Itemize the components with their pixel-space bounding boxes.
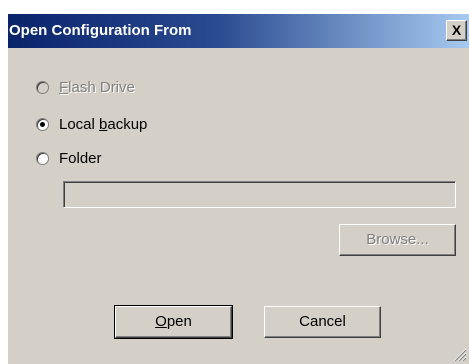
radio-selected-dot — [40, 121, 45, 127]
folder-label[interactable]: Folder — [59, 150, 102, 167]
close-icon: X — [451, 22, 462, 38]
folder-option[interactable]: Folder — [36, 148, 102, 168]
cancel-button[interactable]: Cancel — [264, 306, 381, 338]
close-button[interactable]: X — [446, 20, 467, 41]
flash-drive-radio — [36, 80, 49, 94]
folder-radio[interactable] — [36, 151, 49, 165]
open-configuration-dialog: Open Configuration From X Flash Drive Lo… — [7, 13, 469, 364]
open-button[interactable]: Open — [114, 305, 233, 339]
local-backup-radio[interactable] — [36, 117, 49, 131]
local-backup-label[interactable]: Local backup — [59, 116, 147, 133]
resize-grip-icon[interactable] — [453, 348, 467, 362]
browse-button[interactable]: Browse... — [339, 224, 456, 256]
flash-drive-label: Flash Drive — [59, 78, 135, 96]
folder-path-input[interactable] — [63, 181, 456, 208]
dialog-title: Open Configuration From — [9, 22, 192, 39]
local-backup-option[interactable]: Local backup — [36, 114, 147, 134]
title-bar[interactable]: Open Configuration From X — [8, 14, 469, 48]
flash-drive-option: Flash Drive — [36, 77, 135, 97]
